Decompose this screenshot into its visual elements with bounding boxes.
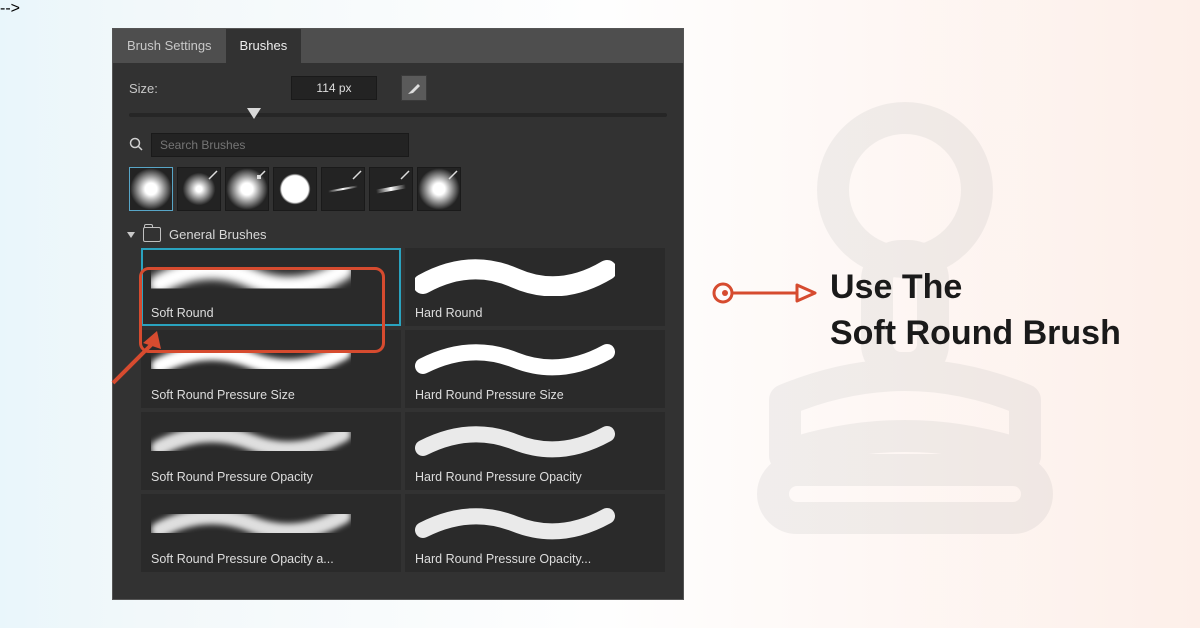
search-input[interactable] [151, 133, 409, 157]
brush-stroke-preview [415, 338, 615, 378]
brush-soft-round-pressure-opacity[interactable]: Soft Round Pressure Opacity [141, 412, 401, 490]
brush-stroke-preview [151, 420, 351, 460]
brush-label: Soft Round Pressure Size [151, 388, 391, 402]
slider-thumb-icon[interactable] [247, 108, 261, 119]
brush-label: Hard Round Pressure Opacity... [415, 552, 655, 566]
brush-label: Hard Round [415, 306, 655, 320]
pressure-badge-icon [448, 170, 458, 180]
panel-tabs: Brush Settings Brushes [113, 29, 683, 63]
tab-brush-settings[interactable]: Brush Settings [113, 29, 226, 63]
brush-grid: Soft Round Hard Round Soft Round Pressur… [113, 248, 683, 582]
brush-soft-round[interactable]: Soft Round [141, 248, 401, 326]
pen-icon [406, 80, 422, 96]
recent-brush-4[interactable] [273, 167, 317, 211]
headline-line2: Soft Round Brush [830, 311, 1121, 357]
size-slider[interactable] [129, 113, 667, 117]
brush-stroke-preview [415, 256, 615, 296]
brush-hard-round-pressure-opacity[interactable]: Hard Round Pressure Opacity [405, 412, 665, 490]
brush-stroke-preview [151, 502, 351, 542]
brush-label: Hard Round Pressure Opacity [415, 470, 655, 484]
search-row [113, 129, 683, 167]
recent-brush-7[interactable] [417, 167, 461, 211]
recent-brush-3[interactable] [225, 167, 269, 211]
recent-brush-2[interactable] [177, 167, 221, 211]
pen-pressure-toggle[interactable] [401, 75, 427, 101]
brush-soft-round-pressure-size[interactable]: Soft Round Pressure Size [141, 330, 401, 408]
folder-label: General Brushes [169, 227, 267, 242]
brush-hard-round[interactable]: Hard Round [405, 248, 665, 326]
brushes-panel: Brush Settings Brushes Size: 114 px [112, 28, 684, 600]
callout-arrow-icon [711, 278, 821, 308]
tutorial-slide: --> Use The Soft Round Brush Brush Setti… [0, 0, 1200, 628]
pressure-badge-icon [208, 170, 218, 180]
folder-icon [143, 227, 161, 242]
brush-label: Soft Round Pressure Opacity [151, 470, 391, 484]
brush-stroke-preview [151, 256, 351, 296]
pressure-badge-icon [352, 170, 362, 180]
size-input[interactable]: 114 px [291, 76, 377, 100]
headline: Use The Soft Round Brush [830, 265, 1121, 357]
search-icon [129, 137, 143, 154]
pressure-badge-icon [400, 170, 410, 180]
brush-stroke-preview [415, 502, 615, 542]
brush-label: Hard Round Pressure Size [415, 388, 655, 402]
recent-brush-6[interactable] [369, 167, 413, 211]
folder-general-brushes[interactable]: General Brushes [113, 221, 683, 248]
size-row: Size: 114 px [113, 63, 683, 105]
brush-stroke-preview [151, 338, 351, 378]
brush-hard-round-pressure-size[interactable]: Hard Round Pressure Size [405, 330, 665, 408]
recent-brushes [113, 167, 683, 221]
brush-stroke-preview [415, 420, 615, 460]
pressure-badge-icon [256, 170, 266, 180]
chevron-down-icon [127, 232, 135, 238]
recent-brush-5[interactable] [321, 167, 365, 211]
brush-soft-round-pressure-opacity-and[interactable]: Soft Round Pressure Opacity a... [141, 494, 401, 572]
brush-hard-round-pressure-opacity-and[interactable]: Hard Round Pressure Opacity... [405, 494, 665, 572]
size-label: Size: [129, 81, 179, 96]
tab-brushes[interactable]: Brushes [226, 29, 302, 63]
brush-label: Soft Round Pressure Opacity a... [151, 552, 391, 566]
recent-brush-1[interactable] [129, 167, 173, 211]
headline-line1: Use The [830, 265, 1121, 311]
brush-label: Soft Round [151, 306, 391, 320]
